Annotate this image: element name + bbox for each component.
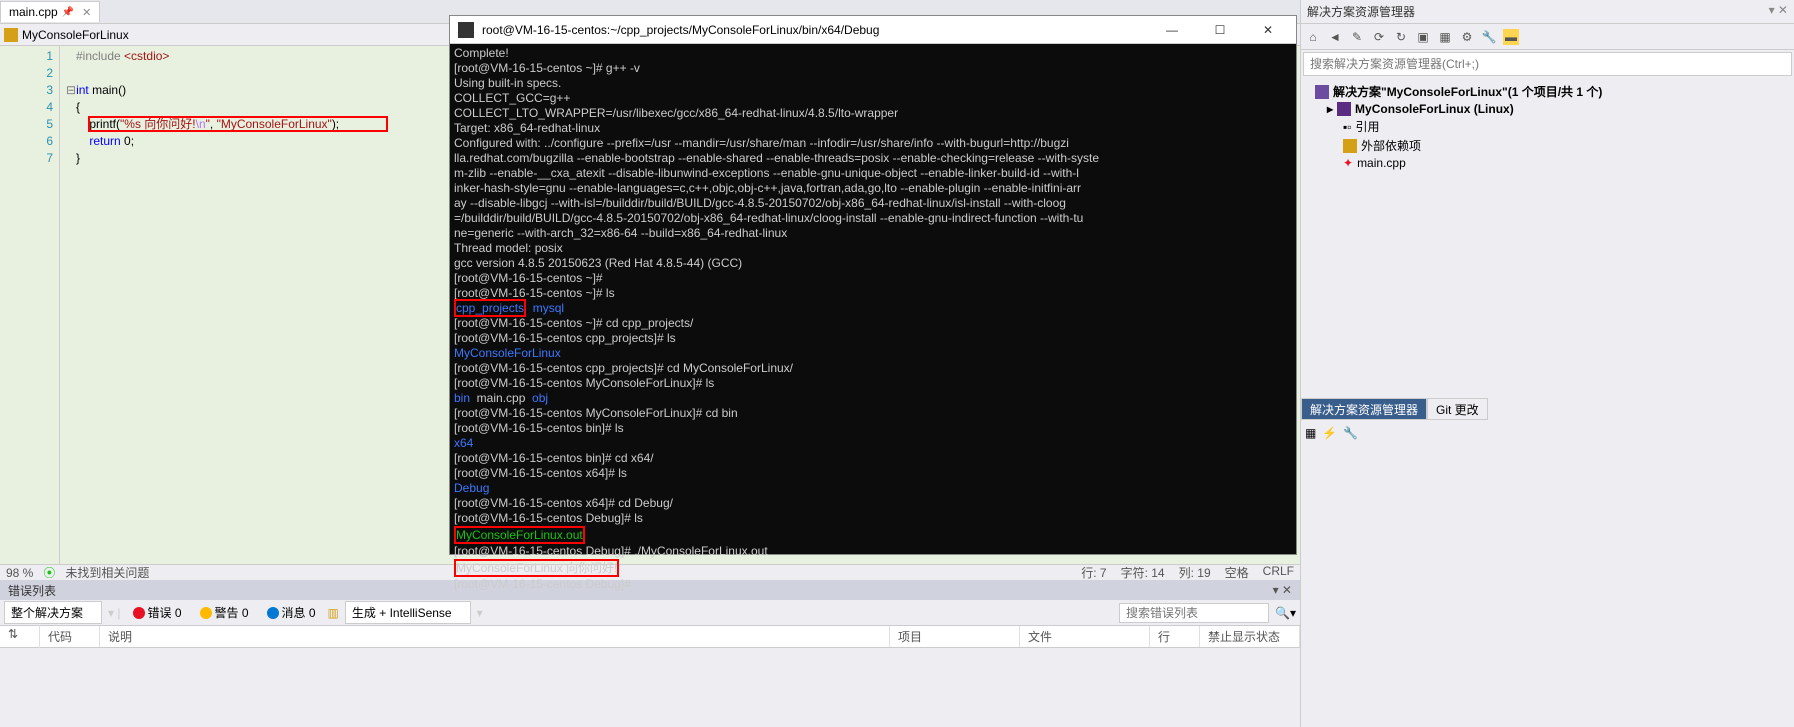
zoom-level[interactable]: 98 % (6, 566, 33, 580)
build-combo[interactable]: 生成 + IntelliSense (345, 601, 471, 624)
search-icon[interactable]: 🔍▾ (1275, 606, 1296, 620)
file-icon (4, 28, 18, 42)
collapse-icon[interactable]: ▣ (1415, 29, 1431, 45)
pin-icon[interactable]: 📌 (62, 7, 74, 18)
check-icon: ⦿ (43, 564, 55, 581)
terminal-title: root@VM-16-15-centos:~/cpp_projects/MyCo… (482, 23, 1144, 37)
error-list-columns: ⇅ 代码 说明 项目 文件 行 禁止显示状态 (0, 626, 1300, 648)
tab-main-cpp[interactable]: main.cpp 📌 ✕ (0, 1, 100, 22)
fold-icon[interactable]: ⊟ (66, 83, 76, 97)
col-code[interactable]: 代码 (40, 626, 100, 647)
brush-icon[interactable]: ✎ (1349, 29, 1365, 45)
tab-label: main.cpp (9, 5, 58, 19)
line-number: 4 (46, 99, 53, 116)
show-all-icon[interactable]: ▦ (1437, 29, 1453, 45)
terminal-titlebar[interactable]: root@VM-16-15-centos:~/cpp_projects/MyCo… (450, 16, 1296, 44)
home-icon[interactable]: ⌂ (1305, 29, 1321, 45)
project-node[interactable]: ▸MyConsoleForLinux (Linux) (1303, 101, 1792, 117)
back-icon[interactable]: ◄ (1327, 29, 1343, 45)
line-gutter: 1 2 3 4 5 6 7 (0, 46, 60, 566)
maximize-button[interactable]: ☐ (1200, 18, 1240, 42)
wrench-icon[interactable]: 🔧 (1481, 29, 1497, 45)
sync-icon[interactable]: ⟳ (1371, 29, 1387, 45)
line-number: 7 (46, 150, 53, 167)
col-desc[interactable]: 说明 (100, 626, 890, 647)
line-number: 3 (46, 82, 53, 99)
error-list-title: 错误列表 (8, 582, 56, 599)
external-deps-node[interactable]: 外部依赖项 (1303, 136, 1792, 155)
solution-toolbar: ⌂ ◄ ✎ ⟳ ↻ ▣ ▦ ⚙ 🔧 ▬ (1301, 24, 1794, 50)
error-list-toolbar: 整个解决方案 ▾ | 错误 0 警告 0 消息 0 ▥ 生成 + Intelli… (0, 600, 1300, 626)
solution-explorer-title: 解决方案资源管理器▾ ✕ (1301, 0, 1794, 24)
message-filter[interactable]: 消息 0 (261, 602, 322, 623)
category-icon[interactable]: ▦ (1305, 426, 1316, 440)
tab-solution-explorer[interactable]: 解决方案资源管理器 (1301, 398, 1427, 420)
close-button[interactable]: ✕ (1248, 18, 1288, 42)
warning-filter[interactable]: 警告 0 (194, 602, 255, 623)
line-number: 6 (46, 133, 53, 150)
scope-combo[interactable]: 整个解决方案 (4, 601, 102, 624)
properties-panel: ▦ ⚡ 🔧 (1301, 420, 1794, 727)
solution-tree: 解决方案"MyConsoleForLinux"(1 个项目/共 1 个) ▸My… (1301, 78, 1794, 175)
breadcrumb-project[interactable]: MyConsoleForLinux (22, 28, 129, 42)
filter-icon[interactable]: ▥ (328, 606, 339, 620)
refresh-icon[interactable]: ↻ (1393, 29, 1409, 45)
terminal-window: root@VM-16-15-centos:~/cpp_projects/MyCo… (449, 15, 1297, 555)
line-number: 2 (46, 65, 53, 82)
right-panel-tabs: 解决方案资源管理器 Git 更改 (1301, 398, 1794, 420)
close-icon[interactable]: ✕ (82, 6, 91, 19)
col-line[interactable]: 行 (1150, 626, 1200, 647)
error-search-input[interactable] (1119, 603, 1269, 623)
sort-icon[interactable]: ⚡ (1322, 426, 1337, 440)
references-node[interactable]: ▪▫引用 (1303, 117, 1792, 136)
col-suppress[interactable]: 禁止显示状态 (1200, 626, 1300, 647)
solution-root[interactable]: 解决方案"MyConsoleForLinux"(1 个项目/共 1 个) (1303, 82, 1792, 101)
solution-explorer: 解决方案资源管理器▾ ✕ ⌂ ◄ ✎ ⟳ ↻ ▣ ▦ ⚙ 🔧 ▬ 搜索解决方案资… (1300, 0, 1794, 727)
col-file[interactable]: 文件 (1020, 626, 1150, 647)
properties-icon[interactable]: ⚙ (1459, 29, 1475, 45)
col-project[interactable]: 项目 (890, 626, 1020, 647)
line-number: 1 (46, 48, 53, 65)
terminal-body[interactable]: Complete! [root@VM-16-15-centos ~]# g++ … (450, 44, 1296, 594)
line-number: 5 (46, 116, 53, 133)
issues-text: 未找到相关问题 (65, 564, 149, 581)
terminal-icon (458, 22, 474, 38)
solution-search[interactable]: 搜索解决方案资源管理器(Ctrl+;) (1303, 52, 1792, 76)
chevron-down-icon[interactable]: ▾ ✕ (1769, 3, 1788, 17)
main-cpp-node[interactable]: ✦main.cpp (1303, 155, 1792, 171)
tab-git-changes[interactable]: Git 更改 (1427, 398, 1488, 420)
wrench-icon[interactable]: 🔧 (1343, 426, 1358, 440)
highlight-icon[interactable]: ▬ (1503, 29, 1519, 45)
error-filter[interactable]: 错误 0 (127, 602, 188, 623)
minimize-button[interactable]: — (1152, 18, 1192, 42)
